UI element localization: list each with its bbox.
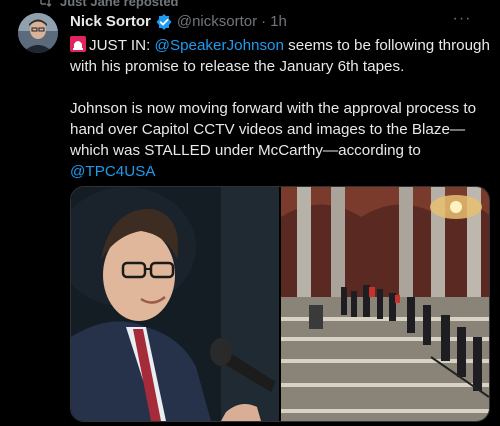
- media-grid: [70, 186, 490, 422]
- media-photo-capitol[interactable]: [281, 187, 489, 421]
- intro-text: JUST IN:: [89, 37, 155, 54]
- verified-badge-icon[interactable]: [155, 13, 173, 31]
- separator-dot: ·: [261, 13, 267, 30]
- rotating-light-icon: [70, 36, 86, 52]
- media-photo-speaker[interactable]: [71, 187, 279, 421]
- social-context-label: Just Jane reposted: [60, 0, 179, 9]
- mention-speaker-johnson[interactable]: @SpeakerJohnson: [155, 37, 284, 54]
- mention-tpc4usa[interactable]: @TPC4USA: [70, 163, 155, 180]
- author-handle[interactable]: @nicksortor: [177, 12, 257, 32]
- author-display-name[interactable]: Nick Sortor: [70, 12, 151, 32]
- para2-text: Johnson is now moving forward with the a…: [70, 100, 477, 159]
- repost-icon: [38, 0, 52, 8]
- avatar[interactable]: [18, 13, 58, 53]
- tweet-paragraph-1: JUST IN: @SpeakerJohnson seems to be fol…: [70, 35, 490, 77]
- tweet-header: Nick Sortor @nicksortor · 1h: [70, 12, 287, 32]
- tweet-timestamp[interactable]: 1h: [270, 12, 287, 32]
- tweet-text: JUST IN: @SpeakerJohnson seems to be fol…: [70, 35, 490, 182]
- tweet-paragraph-2: Johnson is now moving forward with the a…: [70, 98, 490, 182]
- social-context[interactable]: Just Jane reposted: [38, 0, 179, 9]
- more-options-button[interactable]: ···: [450, 11, 474, 32]
